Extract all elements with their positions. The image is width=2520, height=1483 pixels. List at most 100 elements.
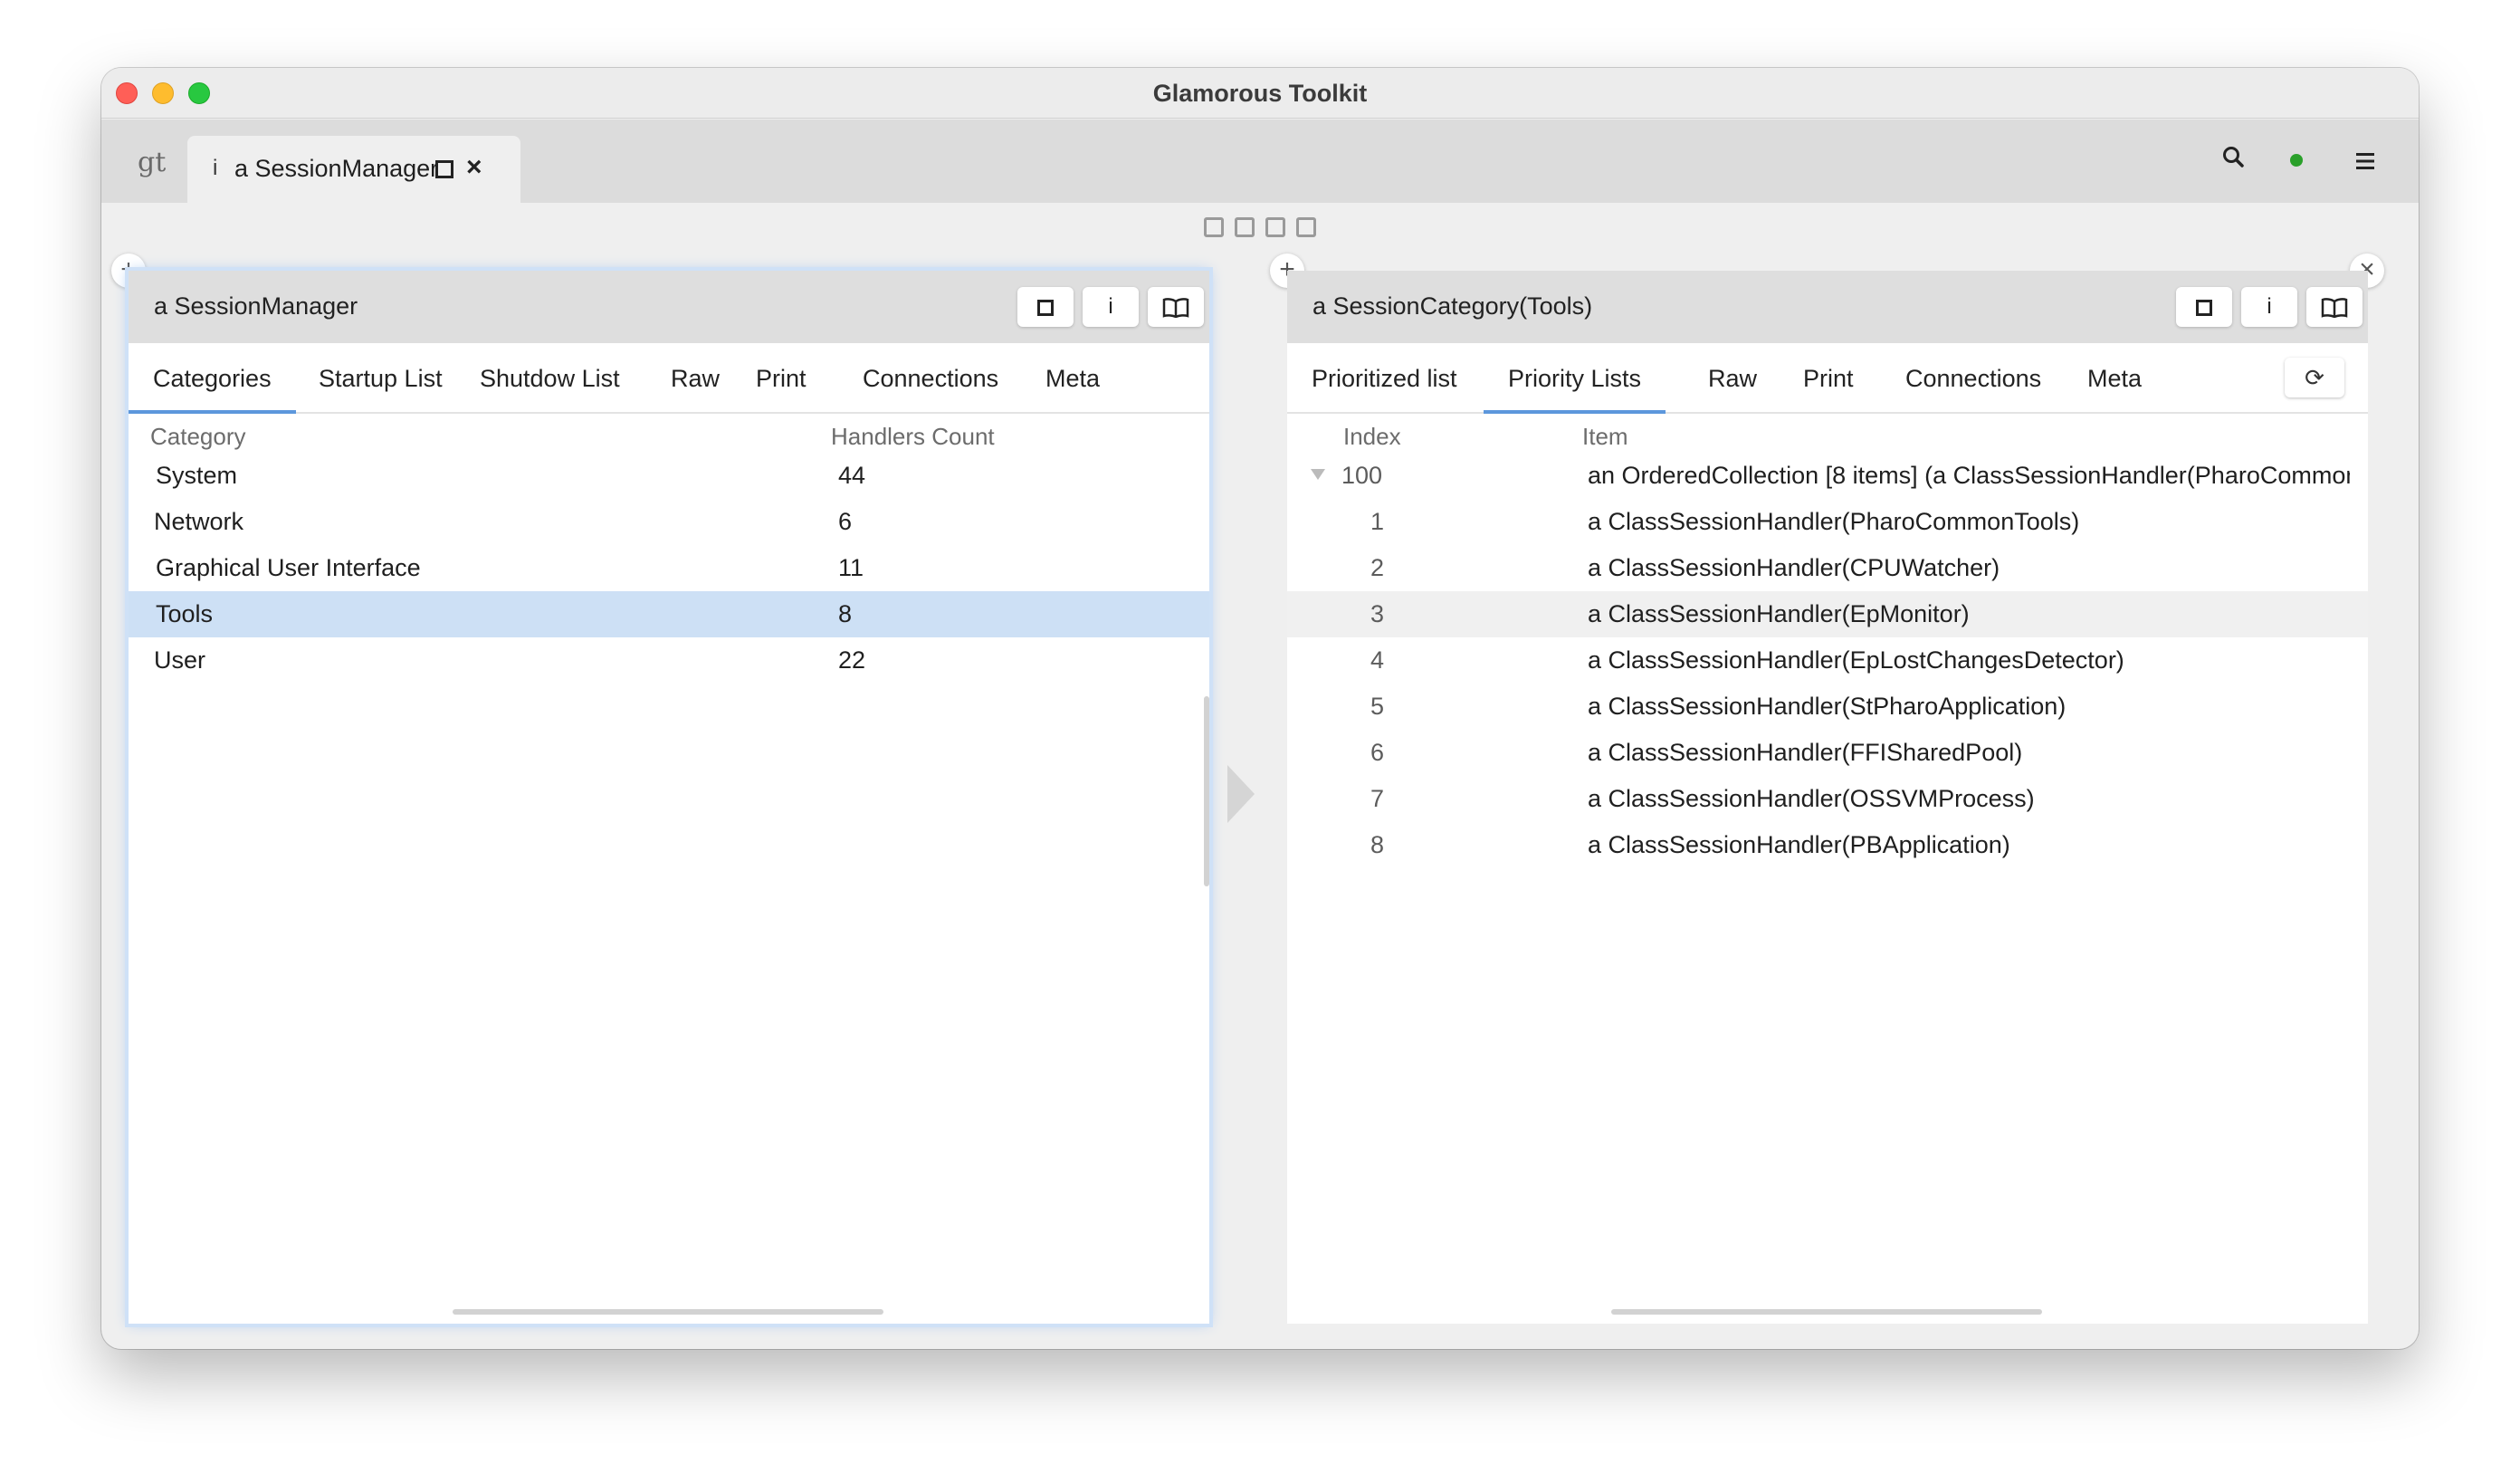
index-cell: 1	[1370, 508, 1385, 535]
maximize-tab-icon[interactable]	[435, 160, 453, 178]
zoom-window-button[interactable]	[188, 82, 210, 104]
pane-title: a SessionManager	[154, 292, 358, 320]
item-cell: an OrderedCollection [8 items] (a ClassS…	[1588, 462, 2350, 489]
item-cell: a ClassSessionHandler(EpLostChangesDetec…	[1588, 646, 2124, 674]
minimize-window-button[interactable]	[152, 82, 174, 104]
book-button[interactable]	[1148, 287, 1204, 327]
table-row-selected[interactable]: Tools 8	[129, 591, 1209, 637]
menu-icon[interactable]	[2355, 145, 2375, 178]
tree-row-hovered[interactable]: 3 a ClassSessionHandler(EpMonitor)	[1287, 591, 2368, 637]
page-marker-icon[interactable]	[1204, 217, 1224, 237]
tab-connections[interactable]: Connections	[838, 343, 1023, 414]
maximize-pane-button[interactable]	[1017, 287, 1074, 327]
tree-row[interactable]: 6 a ClassSessionHandler(FFISharedPool)	[1287, 730, 2368, 776]
item-cell: a ClassSessionHandler(PharoCommonTools)	[1588, 508, 2080, 535]
window-title: Glamorous Toolkit	[1152, 80, 1368, 107]
session-category-pane: a SessionCategory(Tools) i Prioritized l…	[1287, 271, 2368, 1324]
column-header-index[interactable]: Index	[1343, 423, 1401, 451]
tab-connections[interactable]: Connections	[1881, 343, 2066, 414]
count-cell: 8	[838, 600, 853, 627]
tree-row[interactable]: 8 a ClassSessionHandler(PBApplication)	[1287, 822, 2368, 868]
page-marker-icon[interactable]	[1265, 217, 1285, 237]
item-cell: a ClassSessionHandler(OSSVMProcess)	[1588, 785, 2035, 812]
index-cell: 2	[1370, 554, 1385, 581]
index-cell: 100	[1341, 462, 1383, 489]
category-cell: Network	[154, 508, 244, 535]
column-header-item[interactable]: Item	[1582, 423, 1628, 451]
page-marker-icon[interactable]	[1296, 217, 1316, 237]
square-icon	[2196, 299, 2212, 316]
tab-session-manager[interactable]: i a SessionManager ×	[187, 136, 520, 203]
table-row[interactable]: Graphical User Interface 11	[129, 545, 1209, 591]
column-header-category[interactable]: Category	[150, 423, 246, 451]
table-row[interactable]: Network 6	[129, 499, 1209, 545]
index-cell: 3	[1370, 600, 1385, 627]
tree-row[interactable]: 1 a ClassSessionHandler(PharoCommonTools…	[1287, 499, 2368, 545]
tab-startup-list[interactable]: Startup List	[294, 343, 467, 414]
vertical-scrollbar[interactable]	[1204, 696, 1209, 886]
tab-raw[interactable]: Raw	[646, 343, 744, 414]
book-button[interactable]	[2306, 287, 2362, 327]
category-cell: User	[154, 646, 206, 674]
index-cell: 8	[1370, 831, 1385, 858]
session-manager-pane: a SessionManager i Categories Startup Li…	[129, 271, 1209, 1324]
tree-row[interactable]: 4 a ClassSessionHandler(EpLostChangesDet…	[1287, 637, 2368, 684]
maximize-pane-button[interactable]	[2176, 287, 2232, 327]
item-cell: a ClassSessionHandler(CPUWatcher)	[1588, 554, 2000, 581]
pane-header: a SessionManager i	[129, 271, 1209, 343]
index-cell: 5	[1370, 693, 1385, 720]
item-cell: a ClassSessionHandler(EpMonitor)	[1588, 600, 1970, 627]
page-marker-icon[interactable]	[1235, 217, 1255, 237]
search-icon[interactable]	[2221, 145, 2245, 176]
tab-meta[interactable]: Meta	[1021, 343, 1124, 414]
tab-bar: gt i a SessionManager ×	[101, 120, 2419, 203]
tab-priority-lists[interactable]: Priority Lists	[1484, 343, 1666, 414]
category-cell: System	[156, 462, 238, 489]
left-view-tabs: Categories Startup List Shutdow List Raw…	[129, 343, 1209, 414]
square-icon	[1037, 299, 1054, 316]
category-cell: Tools	[156, 600, 214, 627]
tab-label: a SessionManager	[234, 155, 439, 182]
collapse-triangle-icon[interactable]	[1311, 469, 1325, 480]
index-cell: 7	[1370, 785, 1385, 812]
table-row[interactable]: User 22	[129, 637, 1209, 684]
item-cell: a ClassSessionHandler(PBApplication)	[1588, 831, 2010, 858]
horizontal-scrollbar[interactable]	[453, 1309, 883, 1315]
item-cell: a ClassSessionHandler(StPharoApplication…	[1588, 693, 2067, 720]
gt-logo[interactable]: gt	[138, 147, 166, 178]
inspect-button[interactable]: i	[1083, 287, 1139, 327]
right-view-tabs: Prioritized list Priority Lists Raw Prin…	[1287, 343, 2368, 414]
main-window: Glamorous Toolkit gt i a SessionManager …	[101, 68, 2419, 1349]
index-cell: 4	[1370, 646, 1385, 674]
refresh-button[interactable]: ⟳	[2285, 358, 2344, 397]
tab-meta[interactable]: Meta	[2063, 343, 2166, 414]
horizontal-scrollbar[interactable]	[1611, 1309, 2042, 1315]
table-row[interactable]: System 44	[129, 453, 1209, 499]
category-cell: Graphical User Interface	[156, 554, 421, 581]
tab-shutdown-list[interactable]: Shutdow List	[455, 343, 644, 414]
close-tab-icon[interactable]: ×	[466, 152, 482, 183]
tree-row[interactable]: 7 a ClassSessionHandler(OSSVMProcess)	[1287, 776, 2368, 822]
tab-categories[interactable]: Categories	[129, 343, 296, 414]
item-cell: a ClassSessionHandler(FFISharedPool)	[1588, 739, 2023, 766]
title-bar: Glamorous Toolkit	[101, 68, 2419, 119]
tree-row[interactable]: 5 a ClassSessionHandler(StPharoApplicati…	[1287, 684, 2368, 730]
book-icon	[1162, 297, 1189, 319]
count-cell: 6	[838, 508, 853, 535]
tree-row[interactable]: 2 a ClassSessionHandler(CPUWatcher)	[1287, 545, 2368, 591]
tab-print[interactable]: Print	[731, 343, 831, 414]
tab-prioritized-list[interactable]: Prioritized list	[1287, 343, 1482, 414]
inspect-button[interactable]: i	[2241, 287, 2297, 327]
count-cell: 22	[838, 646, 866, 674]
count-cell: 44	[838, 462, 866, 489]
tab-raw[interactable]: Raw	[1684, 343, 1781, 414]
tree-row-expanded[interactable]: 100 an OrderedCollection [8 items] (a Cl…	[1287, 453, 2368, 499]
book-icon	[2321, 297, 2348, 319]
column-header-handlers-count[interactable]: Handlers Count	[831, 423, 995, 451]
inspector-icon: i	[213, 156, 218, 180]
pane-link-arrow-icon	[1227, 765, 1255, 823]
pane-title: a SessionCategory(Tools)	[1312, 292, 1593, 320]
pane-header: a SessionCategory(Tools) i	[1287, 271, 2368, 343]
tab-print[interactable]: Print	[1779, 343, 1878, 414]
close-window-button[interactable]	[116, 82, 138, 104]
